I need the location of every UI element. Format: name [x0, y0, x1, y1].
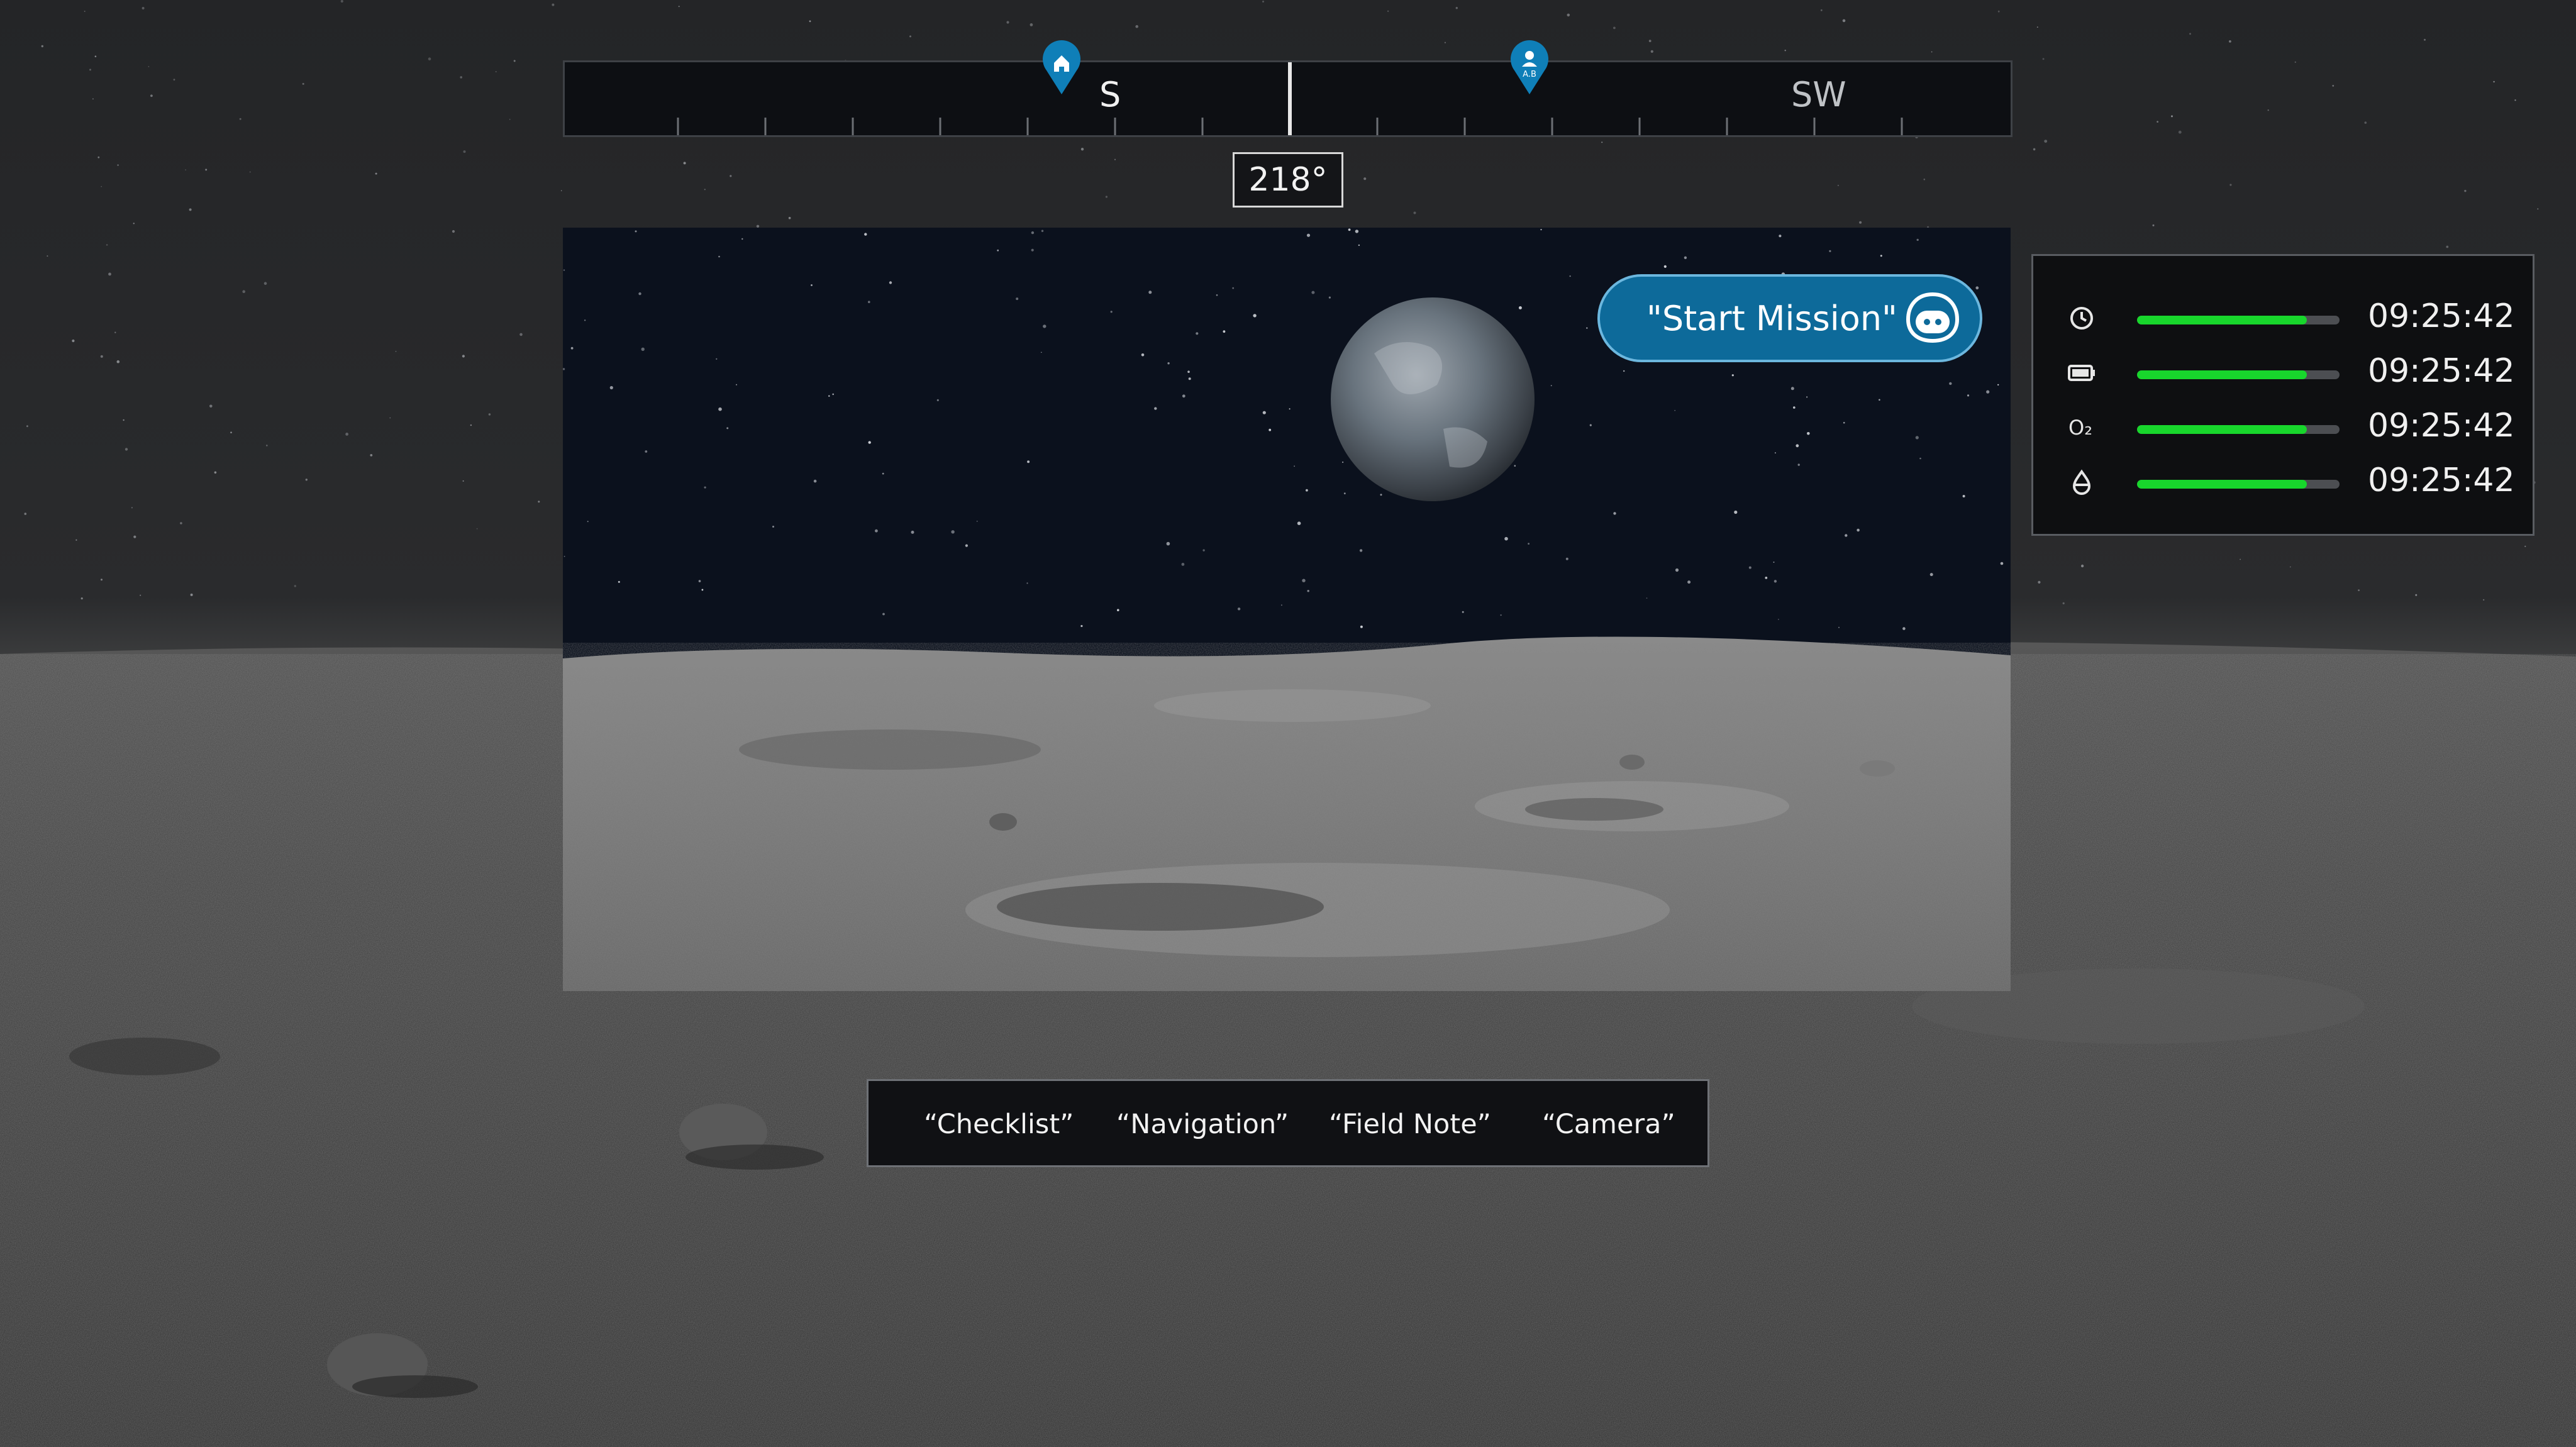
battery-value: 09:25:42 [2368, 352, 2515, 390]
navigation-command[interactable]: “Navigation” [1116, 1109, 1289, 1140]
camera-command[interactable]: “Camera” [1542, 1109, 1675, 1140]
compass-center-line [1288, 62, 1292, 135]
oxygen-icon-label: O₂ [2068, 416, 2092, 440]
water-level-bar [2137, 480, 2340, 489]
lunar-hud-screen: S SW A.B 218° "Start Mission" 09:25:42 0… [0, 0, 2576, 1447]
field-note-command[interactable]: “Field Note” [1329, 1109, 1491, 1140]
oxygen-level-fill [2137, 425, 2307, 434]
clock-icon [2070, 307, 2093, 330]
status-row-time: 09:25:42 [2033, 296, 2536, 340]
oxygen-icon: O₂ [2068, 416, 2092, 440]
start-mission-button[interactable]: "Start Mission" [1597, 274, 1982, 362]
compass-strip: S SW [563, 60, 2012, 137]
oxygen-value: 09:25:42 [2368, 407, 2515, 445]
time-value: 09:25:42 [2368, 297, 2515, 335]
status-row-battery: 09:25:42 [2033, 351, 2536, 395]
time-level-bar [2137, 316, 2340, 324]
home-marker-icon[interactable] [1041, 39, 1082, 96]
person-marker-icon[interactable]: A.B [1509, 39, 1550, 96]
suit-status-panel: 09:25:42 09:25:42 O₂ 09:25:42 09:25:42 [2031, 254, 2534, 536]
water-drop-icon [2072, 469, 2091, 495]
voice-command-bar: “Checklist” “Navigation” “Field Note” “C… [867, 1079, 1709, 1167]
water-level-fill [2137, 480, 2307, 489]
battery-level-bar [2137, 370, 2340, 379]
earth [1331, 297, 1535, 501]
astronaut-helmet-icon [1906, 292, 1960, 343]
oxygen-level-bar [2137, 425, 2340, 434]
compass-cardinal-s: S [1099, 75, 1121, 114]
checklist-command[interactable]: “Checklist” [924, 1109, 1074, 1140]
water-value: 09:25:42 [2368, 462, 2515, 499]
compass-cardinal-sw: SW [1791, 75, 1846, 114]
status-row-water: 09:25:42 [2033, 460, 2536, 504]
battery-icon [2068, 365, 2095, 381]
person-marker-label: A.B [1523, 70, 1536, 79]
start-mission-label: "Start Mission" [1646, 298, 1897, 338]
battery-level-fill [2137, 370, 2307, 379]
heading-value: 218° [1248, 161, 1328, 199]
time-level-fill [2137, 316, 2307, 324]
heading-readout: 218° [1233, 152, 1343, 208]
status-row-oxygen: O₂ 09:25:42 [2033, 406, 2536, 450]
